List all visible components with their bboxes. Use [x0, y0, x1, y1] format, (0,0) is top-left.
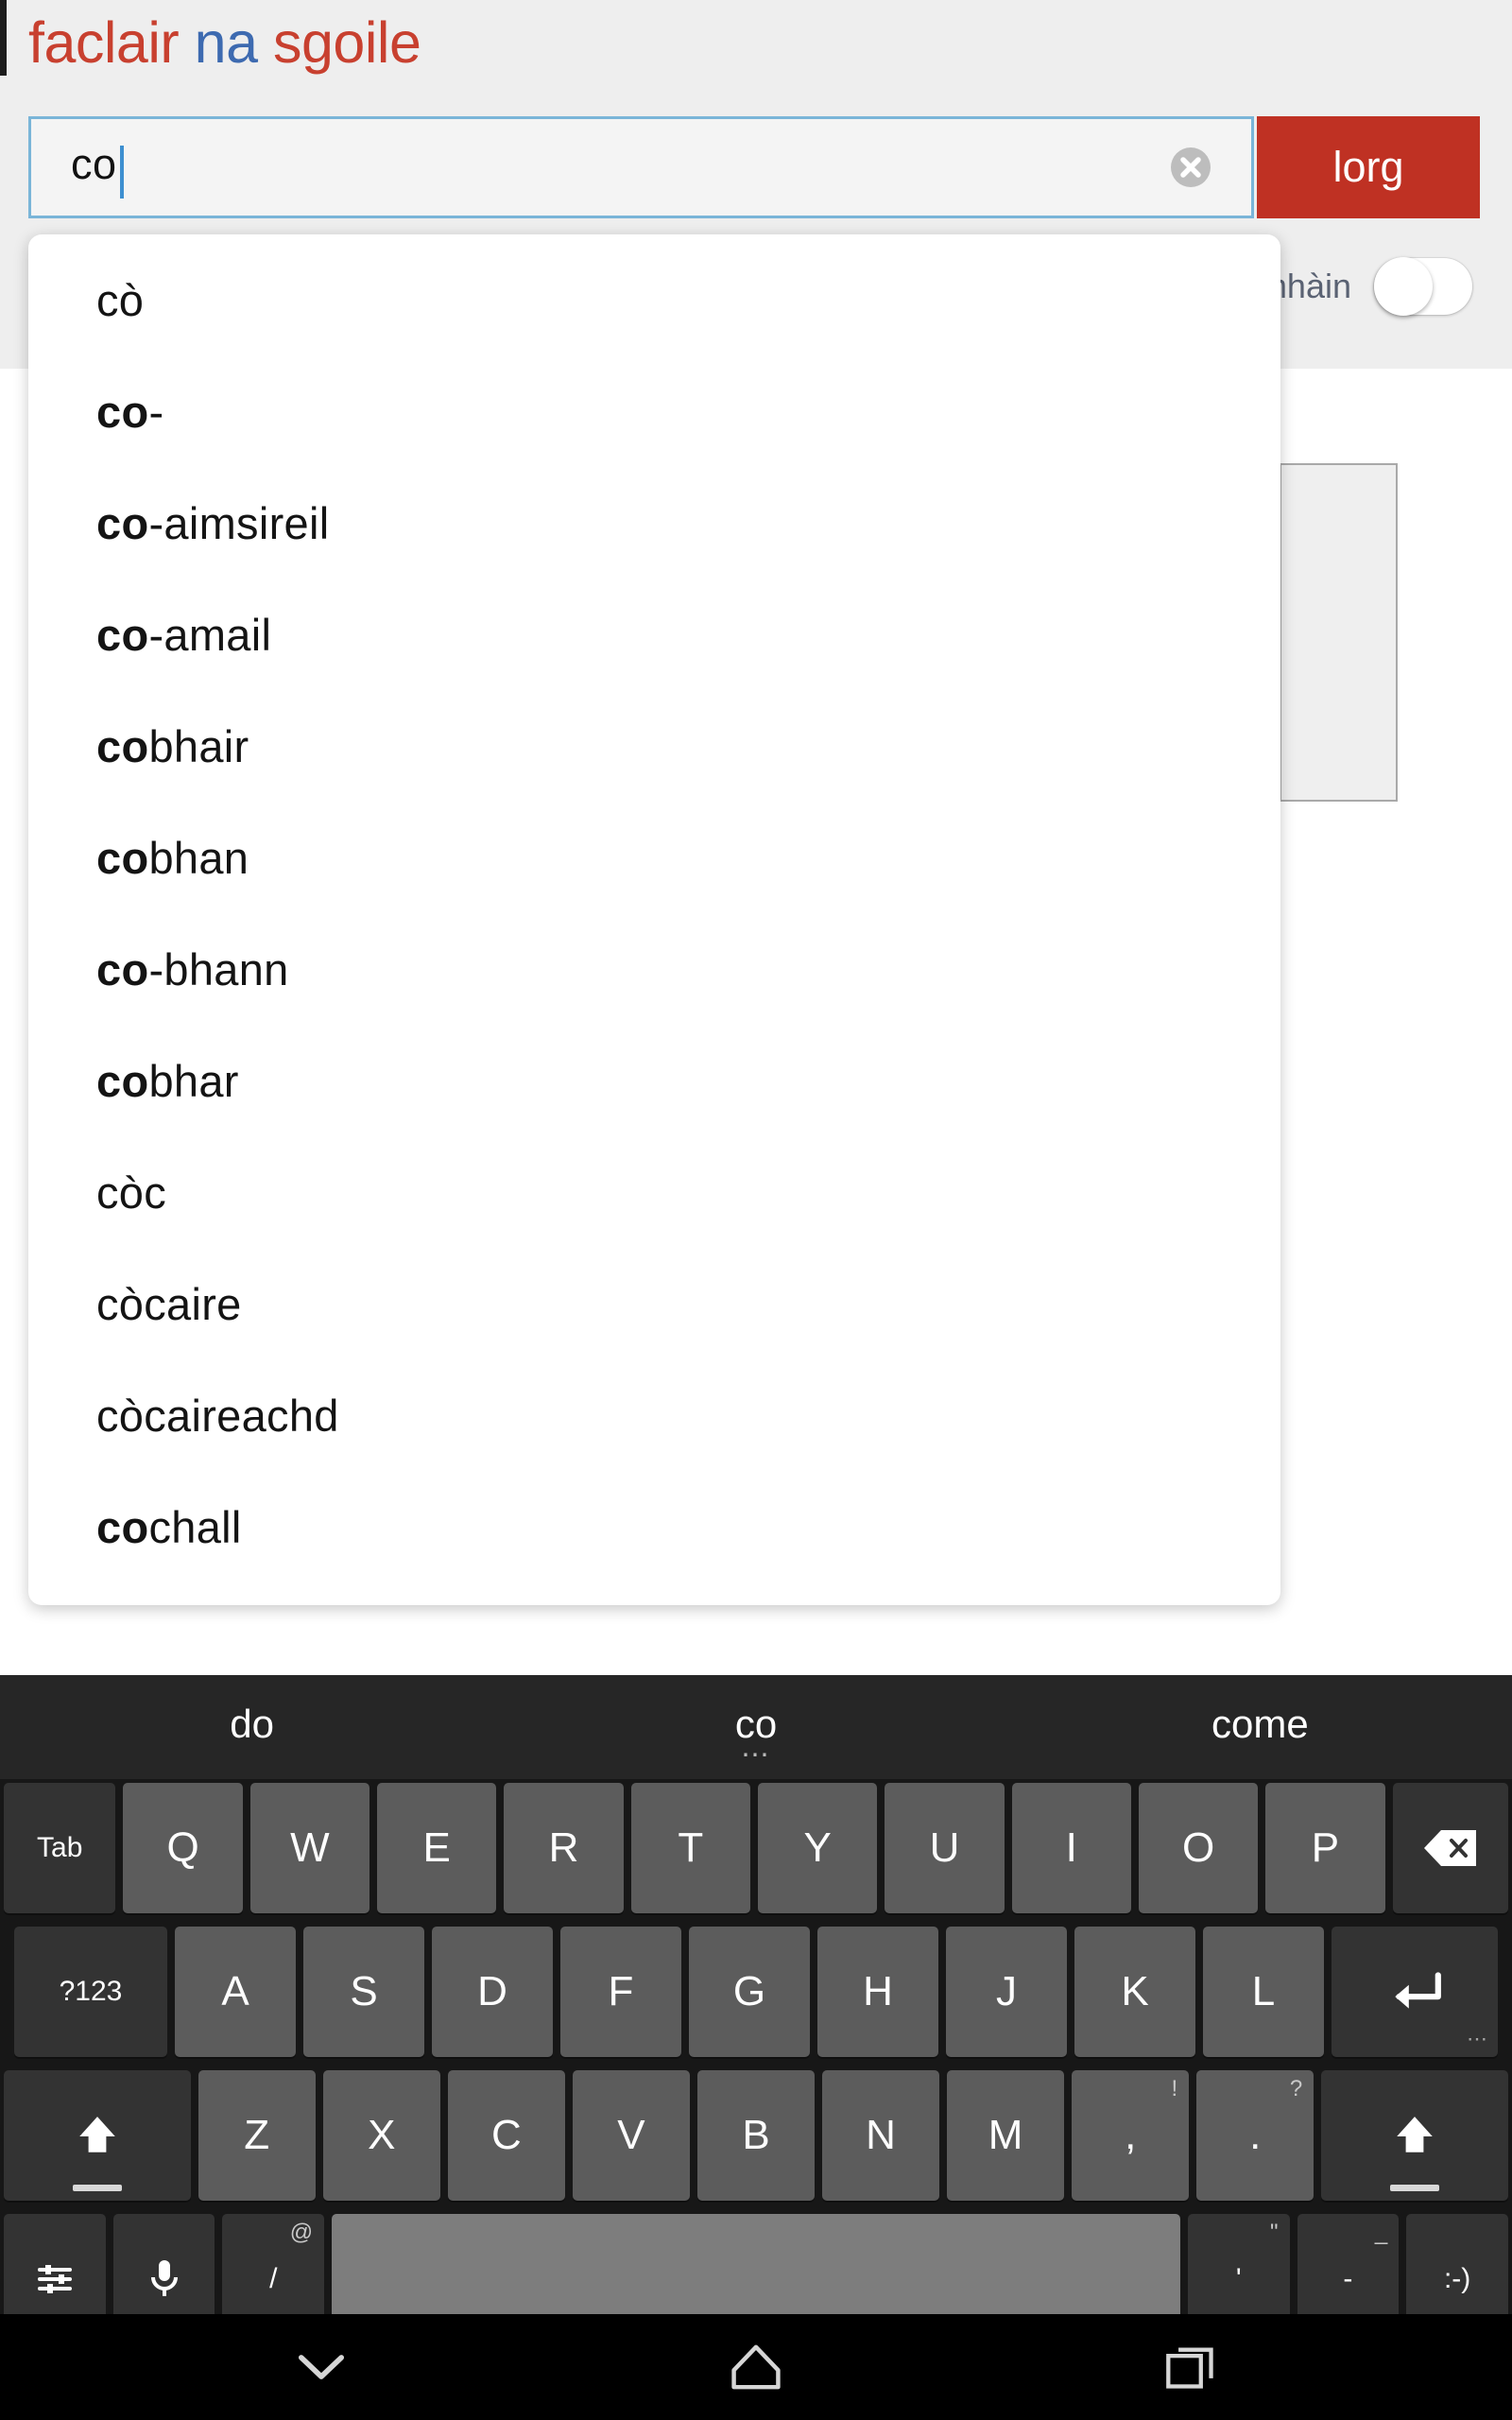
autocomplete-dropdown[interactable]: cò co - co -aimsireil co -amail co bhair co b…: [28, 234, 1280, 1605]
search-input[interactable]: co: [28, 116, 1254, 218]
result-placeholder-card: [1280, 463, 1398, 802]
toggle-knob: [1374, 257, 1433, 316]
keyboard-suggestion-bar: do co ⋯ come: [0, 1675, 1512, 1779]
key-comma[interactable]: ! ,: [1072, 2070, 1190, 2201]
page-title: faclair na sgoile: [28, 9, 421, 76]
key-emoji-label: :-): [1443, 2263, 1471, 2294]
suggestion-dots: ⋯: [740, 1739, 771, 1771]
search-input-value: co: [71, 140, 124, 199]
autocomplete-item[interactable]: cò: [28, 244, 1280, 355]
recent-apps-icon[interactable]: [1096, 2314, 1285, 2420]
key-d[interactable]: D: [432, 1927, 553, 2057]
autocomplete-item[interactable]: co -aimsireil: [28, 467, 1280, 579]
key-s[interactable]: S: [303, 1927, 424, 2057]
key-t[interactable]: T: [630, 1783, 751, 1913]
autocomplete-item[interactable]: co -amail: [28, 579, 1280, 690]
text-caret: [119, 145, 124, 199]
key-h[interactable]: H: [817, 1927, 938, 2057]
key-symbols-123[interactable]: ?123: [14, 1927, 167, 2057]
android-navigation-bar: [0, 2314, 1512, 2420]
title-word-sgoile: sgoile: [272, 10, 421, 75]
title-word-na: na: [194, 10, 258, 75]
key-p[interactable]: P: [1265, 1783, 1385, 1913]
backspace-icon[interactable]: [1392, 1783, 1508, 1913]
autocomplete-item[interactable]: co -bhann: [28, 913, 1280, 1025]
key-comma-alt: !: [1171, 2076, 1178, 2101]
key-x[interactable]: X: [322, 2070, 440, 2201]
enter-icon[interactable]: ⋯: [1332, 1927, 1498, 2057]
key-l[interactable]: L: [1203, 1927, 1324, 2057]
suggestion-label: do: [230, 1702, 275, 1746]
soft-keyboard: do co ⋯ come Tab Q W E R T Y U I O P ?12…: [0, 1675, 1512, 2420]
autocomplete-item[interactable]: còc: [28, 1136, 1280, 1248]
autocomplete-item[interactable]: co -: [28, 355, 1280, 467]
key-period[interactable]: ? .: [1196, 2070, 1314, 2201]
key-o[interactable]: O: [1138, 1783, 1259, 1913]
search-row: co lorg: [0, 116, 1512, 218]
key-f[interactable]: F: [560, 1927, 681, 2057]
key-c[interactable]: C: [447, 2070, 565, 2201]
key-k[interactable]: K: [1074, 1927, 1195, 2057]
key-r[interactable]: R: [504, 1783, 624, 1913]
suggestion-chip[interactable]: come: [1008, 1675, 1512, 1747]
chevron-down-icon[interactable]: [227, 2314, 416, 2420]
key-g[interactable]: G: [689, 1927, 810, 2057]
clear-circle-icon[interactable]: [1170, 147, 1211, 188]
title-word-faclair: faclair: [28, 10, 180, 75]
suggestion-label: come: [1211, 1702, 1309, 1746]
key-w[interactable]: W: [249, 1783, 370, 1913]
keyboard-row-3: Z X C V B N M ! , ? .: [0, 2066, 1512, 2210]
keyboard-row-1: Tab Q W E R T Y U I O P: [0, 1779, 1512, 1923]
key-tab[interactable]: Tab: [4, 1783, 116, 1913]
key-comma-label: ,: [1125, 2112, 1137, 2158]
autocomplete-item[interactable]: còcaire: [28, 1248, 1280, 1359]
key-apostrophe-label: ': [1235, 2263, 1242, 2294]
key-more-dots: ⋯: [1467, 2027, 1488, 2050]
key-period-alt: ?: [1289, 2076, 1303, 2101]
key-e[interactable]: E: [377, 1783, 497, 1913]
keyboard-row-2: ?123 A S D F G H J K L ⋯: [0, 1923, 1512, 2066]
autocomplete-item[interactable]: còcaireachd: [28, 1359, 1280, 1471]
suggestion-chip[interactable]: do: [0, 1675, 504, 1747]
home-icon[interactable]: [662, 2314, 850, 2420]
keyboard-rows: Tab Q W E R T Y U I O P ?123 A S D F G H…: [0, 1779, 1512, 2354]
device-screen: faclair na sgoile co lorg mhàin cò co - …: [0, 0, 1512, 2420]
search-submit-button[interactable]: lorg: [1257, 116, 1480, 218]
key-z[interactable]: Z: [198, 2070, 316, 2201]
key-hyphen-alt: _: [1374, 2220, 1388, 2245]
key-m[interactable]: M: [947, 2070, 1065, 2201]
key-slash-alt: @: [289, 2220, 314, 2245]
key-period-label: .: [1249, 2112, 1262, 2158]
key-y[interactable]: Y: [758, 1783, 878, 1913]
autocomplete-item[interactable]: co bhair: [28, 690, 1280, 802]
key-slash-label: /: [269, 2263, 278, 2294]
suggestion-chip[interactable]: co ⋯: [504, 1675, 1007, 1770]
key-n[interactable]: N: [822, 2070, 940, 2201]
shift-indicator-bar: [72, 2185, 122, 2191]
shift-icon-right[interactable]: [1321, 2070, 1508, 2201]
key-u[interactable]: U: [885, 1783, 1005, 1913]
key-hyphen-label: -: [1343, 2263, 1353, 2294]
key-i[interactable]: I: [1011, 1783, 1131, 1913]
key-v[interactable]: V: [572, 2070, 690, 2201]
key-apostrophe-alt: ": [1270, 2220, 1279, 2245]
autocomplete-item[interactable]: co bhar: [28, 1025, 1280, 1136]
key-b[interactable]: B: [696, 2070, 816, 2201]
key-q[interactable]: Q: [123, 1783, 243, 1913]
autocomplete-item[interactable]: co chall: [28, 1471, 1280, 1582]
autocomplete-item[interactable]: co bhan: [28, 802, 1280, 913]
shift-indicator-bar: [1390, 2185, 1440, 2191]
key-j[interactable]: J: [946, 1927, 1067, 2057]
key-a[interactable]: A: [175, 1927, 296, 2057]
shift-icon-left[interactable]: [4, 2070, 191, 2201]
gaelic-only-toggle[interactable]: [1374, 257, 1472, 316]
screen-left-edge: [0, 0, 7, 76]
